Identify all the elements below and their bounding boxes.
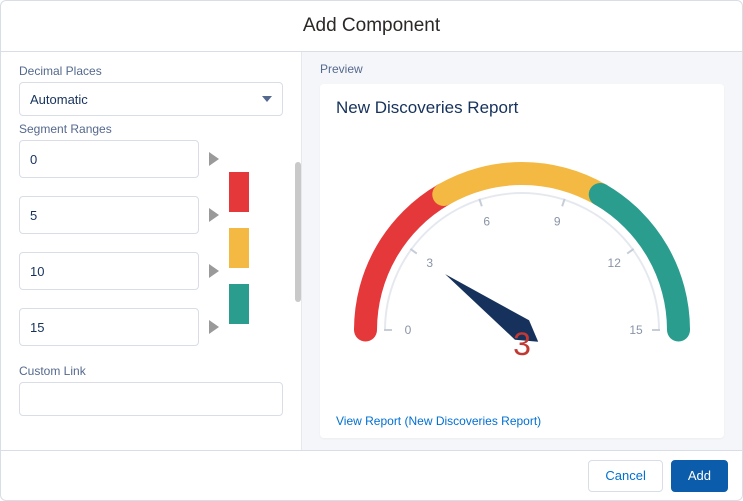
custom-link-label: Custom Link: [19, 364, 283, 378]
play-icon[interactable]: [209, 264, 219, 278]
decimal-places-label: Decimal Places: [19, 64, 283, 78]
svg-text:3: 3: [513, 326, 531, 362]
form-panel: Decimal Places Automatic Segment Ranges: [1, 52, 301, 450]
segment-input-3[interactable]: [19, 308, 199, 346]
svg-text:15: 15: [629, 323, 643, 337]
play-icon[interactable]: [209, 208, 219, 222]
segment-input-0[interactable]: [19, 140, 199, 178]
add-button[interactable]: Add: [671, 460, 728, 492]
cancel-button[interactable]: Cancel: [588, 460, 662, 492]
preview-label: Preview: [320, 62, 724, 76]
preview-card: New Discoveries Report 0 3 6 9 12 15 3 View R…: [320, 84, 724, 438]
report-title: New Discoveries Report: [336, 98, 708, 118]
segment-input-1[interactable]: [19, 196, 199, 234]
segment-color-2[interactable]: [229, 284, 249, 324]
decimal-places-select[interactable]: Automatic: [19, 82, 283, 116]
scrollbar[interactable]: [295, 162, 301, 302]
segment-color-1[interactable]: [229, 228, 249, 268]
add-component-modal: Add Component Decimal Places Automatic S…: [0, 0, 743, 501]
svg-text:12: 12: [608, 256, 622, 270]
preview-panel: Preview New Discoveries Report 0 3 6 9 12 15 …: [301, 52, 742, 450]
segment-ranges-label: Segment Ranges: [19, 122, 283, 136]
segment-color-swatches: [229, 172, 249, 340]
modal-title: Add Component: [1, 1, 742, 51]
segment-color-0[interactable]: [229, 172, 249, 212]
gauge-chart: 0 3 6 9 12 15 3: [336, 122, 708, 408]
modal-body: Decimal Places Automatic Segment Ranges: [1, 52, 742, 450]
modal-footer: Cancel Add: [1, 450, 742, 500]
play-icon[interactable]: [209, 152, 219, 166]
svg-text:9: 9: [554, 215, 561, 229]
gauge-svg: 0 3 6 9 12 15 3: [342, 155, 702, 375]
svg-text:0: 0: [405, 323, 412, 337]
decimal-places-value: Automatic: [30, 92, 88, 107]
view-report-link[interactable]: View Report (New Discoveries Report): [336, 414, 708, 428]
play-icon[interactable]: [209, 320, 219, 334]
svg-text:3: 3: [426, 256, 433, 270]
chevron-down-icon: [262, 96, 272, 102]
custom-link-input[interactable]: [19, 382, 283, 416]
segment-input-2[interactable]: [19, 252, 199, 290]
svg-text:6: 6: [483, 215, 490, 229]
